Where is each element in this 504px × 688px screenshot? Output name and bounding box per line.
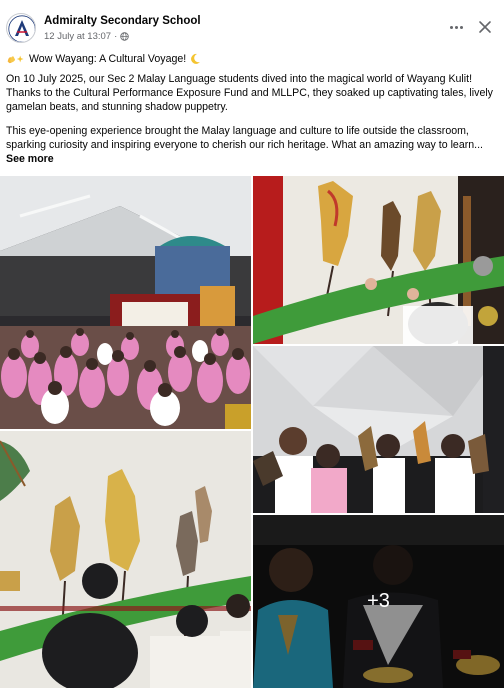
more-options-button[interactable] xyxy=(446,20,466,34)
meta-separator: · xyxy=(114,31,118,42)
photo-puppet-handling[interactable] xyxy=(253,176,504,344)
shadow-play-image xyxy=(0,431,251,688)
more-dot xyxy=(459,25,463,29)
post-header: Admiralty Secondary School 12 July at 13… xyxy=(0,0,504,48)
post-paragraph-1: On 10 July 2025, our Sec 2 Malay Languag… xyxy=(6,73,493,114)
post-date[interactable]: 12 July at 13:07 xyxy=(44,31,111,42)
more-horizontal-icon xyxy=(449,25,453,29)
more-photos-overlay[interactable]: +3 xyxy=(253,515,504,688)
crescent-moon-emoji xyxy=(191,54,201,65)
post-paragraph-2: This eye-opening experience brought the … xyxy=(6,124,498,167)
post-paragraph-2-text: This eye-opening experience brought the … xyxy=(6,125,483,152)
globe-icon xyxy=(120,32,129,41)
students-screen-image xyxy=(253,346,504,513)
clapping-sparkles-emoji xyxy=(7,55,24,64)
post-meta: 12 July at 13:07 · xyxy=(44,31,129,42)
close-button[interactable] xyxy=(476,18,494,36)
page-name[interactable]: Admiralty Secondary School xyxy=(44,15,201,27)
more-photos-count: +3 xyxy=(367,590,390,612)
photo-students-screen[interactable] xyxy=(253,346,504,513)
photo-hall-audience[interactable] xyxy=(0,176,251,429)
close-icon xyxy=(479,21,491,33)
see-more-link[interactable]: See more xyxy=(6,153,54,165)
photo-gamelan-more[interactable]: +3 xyxy=(253,515,504,688)
facebook-post: Admiralty Secondary School 12 July at 13… xyxy=(0,0,504,688)
post-title: Wow Wayang: A Cultural Voyage! xyxy=(29,53,187,65)
post-title-line: Wow Wayang: A Cultural Voyage! xyxy=(6,52,498,66)
photo-shadow-play[interactable] xyxy=(0,431,251,688)
puppets-image xyxy=(253,176,504,344)
more-dot xyxy=(454,25,458,29)
hall-image xyxy=(0,176,251,429)
page-avatar[interactable] xyxy=(6,13,36,43)
